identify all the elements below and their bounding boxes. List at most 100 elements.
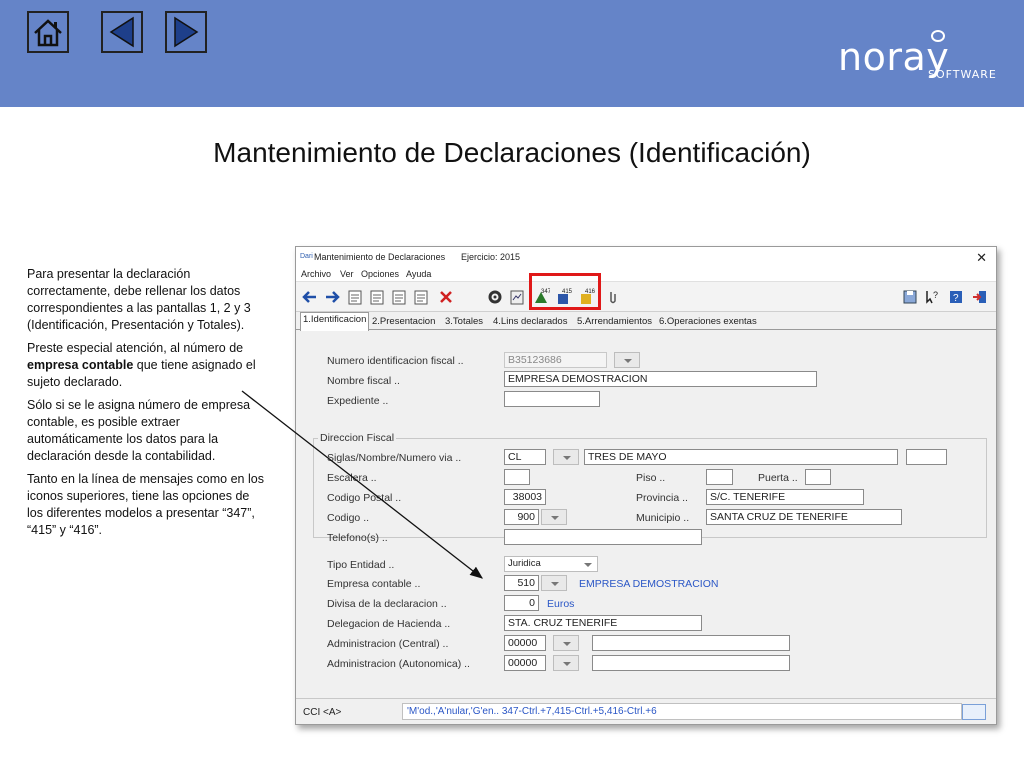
desc-para-3: Sólo si se le asigna número de empresa c… (27, 398, 251, 463)
desc-para-4: Tanto en la línea de mensajes como en lo… (27, 472, 264, 537)
model-icons-highlight (529, 273, 601, 310)
disk-icon[interactable] (901, 288, 919, 306)
empresa-contable-field[interactable]: 510 (504, 575, 539, 591)
codigo-field[interactable]: 900 (504, 509, 539, 525)
noray-logo: noray SOFTWARE (838, 28, 1000, 82)
arrow-left-icon[interactable] (301, 288, 319, 306)
numero-field[interactable] (906, 449, 947, 465)
desc-p2-bold: empresa contable (27, 358, 134, 372)
document-copy-icon[interactable] (390, 288, 408, 306)
back-button[interactable] (101, 11, 143, 53)
ejercicio-label: Ejercicio: 2015 (461, 252, 521, 262)
nombre-label: Nombre fiscal .. (327, 375, 400, 387)
nombre-field[interactable]: EMPRESA DEMOSTRACION (504, 371, 817, 387)
puerta-field[interactable] (805, 469, 831, 485)
puerta-label: Puerta .. (758, 472, 798, 484)
menu-bar: Archivo Ver Opciones Ayuda (296, 267, 996, 282)
cp-field[interactable]: 38003 (504, 489, 546, 505)
window-title: Mantenimiento de Declaraciones (314, 252, 446, 262)
status-button[interactable] (962, 704, 986, 720)
header-banner: noray SOFTWARE (0, 0, 1024, 107)
desc-para-2: Preste especial atención, al número de e… (27, 340, 267, 391)
svg-text:?: ? (953, 293, 959, 304)
tab-presentacion[interactable]: 2.Presentacion (369, 314, 438, 330)
divisa-field[interactable]: 0 (504, 595, 539, 611)
triangle-left-icon (109, 16, 134, 48)
municipio-label: Municipio .. (636, 512, 690, 524)
telefono-label: Telefono(s) .. (327, 532, 388, 544)
tab-identificacion[interactable]: 1.Identificacion (300, 312, 370, 331)
piso-field[interactable] (706, 469, 733, 485)
triangle-right-icon (174, 16, 199, 48)
escalera-field[interactable] (504, 469, 530, 485)
empresa-contable-label: Empresa contable .. (327, 578, 421, 590)
home-button[interactable] (27, 11, 69, 53)
divisa-label: Divisa de la declaracion .. (327, 598, 447, 610)
admin-central-field[interactable]: 00000 (504, 635, 546, 651)
menu-ayuda[interactable]: Ayuda (406, 269, 431, 279)
tipo-entidad-label: Tipo Entidad .. (327, 559, 395, 571)
forward-button[interactable] (165, 11, 207, 53)
admin-central-dropdown[interactable] (553, 635, 579, 651)
report-icon[interactable] (508, 288, 526, 306)
tipo-entidad-select[interactable]: Juridica (504, 556, 598, 572)
gear-icon[interactable] (486, 288, 504, 306)
nif-dropdown[interactable] (614, 352, 640, 368)
arrow-right-icon[interactable] (323, 288, 341, 306)
cp-label: Codigo Postal .. (327, 492, 402, 504)
document-new-icon[interactable] (346, 288, 364, 306)
municipio-field[interactable]: SANTA CRUZ DE TENERIFE (706, 509, 902, 525)
telefono-field[interactable] (504, 529, 702, 545)
expediente-label: Expediente .. (327, 395, 389, 407)
document-save-icon[interactable] (412, 288, 430, 306)
admin-central-name[interactable] (592, 635, 790, 651)
home-icon (34, 19, 62, 47)
help-cursor-icon[interactable]: ? (923, 288, 941, 306)
direccion-group-title: Direccion Fiscal (318, 432, 397, 444)
escalera-label: Escalera .. (327, 472, 377, 484)
siglas-dropdown[interactable] (553, 449, 579, 465)
admin-auton-label: Administracion (Autonomica) .. (327, 658, 470, 670)
app-window: Dari Mantenimiento de Declaraciones Ejer… (295, 246, 997, 725)
admin-auton-name[interactable] (592, 655, 790, 671)
divisa-name: Euros (547, 598, 575, 610)
codigo-dropdown[interactable] (541, 509, 567, 525)
siglas-label: Siglas/Nombre/Numero via .. (327, 452, 462, 464)
help-icon[interactable]: ? (947, 288, 965, 306)
menu-archivo[interactable]: Archivo (301, 269, 331, 279)
admin-auton-dropdown[interactable] (553, 655, 579, 671)
delegacion-label: Delegacion de Hacienda .. (327, 618, 451, 630)
paperclip-icon[interactable] (604, 288, 622, 306)
tab-arrendamientos[interactable]: 5.Arrendamientos (574, 314, 655, 330)
window-titlebar: Dari Mantenimiento de Declaraciones Ejer… (296, 247, 996, 267)
status-bar: CCI <A> 'M'od.,'A'nular,'G'en.. 347-Ctrl… (296, 698, 996, 724)
piso-label: Piso .. (636, 472, 666, 484)
logo-sub: SOFTWARE (928, 68, 997, 81)
provincia-field[interactable]: S/C. TENERIFE (706, 489, 864, 505)
tab-lins-declarados[interactable]: 4.Lins declarados (490, 314, 570, 330)
exit-icon[interactable] (971, 288, 989, 306)
nif-label: Numero identificacion fiscal .. (327, 355, 464, 367)
via-field[interactable]: TRES DE MAYO (584, 449, 898, 465)
delete-icon[interactable] (437, 288, 455, 306)
toolbar: 347 415 416 ? ? (296, 282, 996, 312)
delegacion-field[interactable]: STA. CRUZ TENERIFE (504, 615, 702, 631)
nif-field[interactable]: B35123686 (504, 352, 607, 368)
admin-central-label: Administracion (Central) .. (327, 638, 449, 650)
tab-totales[interactable]: 3.Totales (442, 314, 486, 330)
slide: noray SOFTWARE Mantenimiento de Declarac… (0, 0, 1024, 768)
description: Para presentar la declaración correctame… (27, 266, 267, 545)
desc-p2-pre: Preste especial atención, al número de (27, 341, 244, 355)
tab-operaciones-exentas[interactable]: 6.Operaciones exentas (656, 314, 760, 330)
menu-ver[interactable]: Ver (340, 269, 354, 279)
siglas-field[interactable]: CL (504, 449, 546, 465)
document-edit-icon[interactable] (368, 288, 386, 306)
empresa-dropdown[interactable] (541, 575, 567, 591)
expediente-field[interactable] (504, 391, 600, 407)
message-line[interactable]: 'M'od.,'A'nular,'G'en.. 347-Ctrl.+7,415-… (402, 703, 962, 720)
close-button[interactable]: ✕ (976, 250, 987, 266)
admin-auton-field[interactable]: 00000 (504, 655, 546, 671)
svg-text:?: ? (933, 290, 938, 300)
page-title: Mantenimiento de Declaraciones (Identifi… (213, 137, 811, 168)
menu-opciones[interactable]: Opciones (361, 269, 399, 279)
